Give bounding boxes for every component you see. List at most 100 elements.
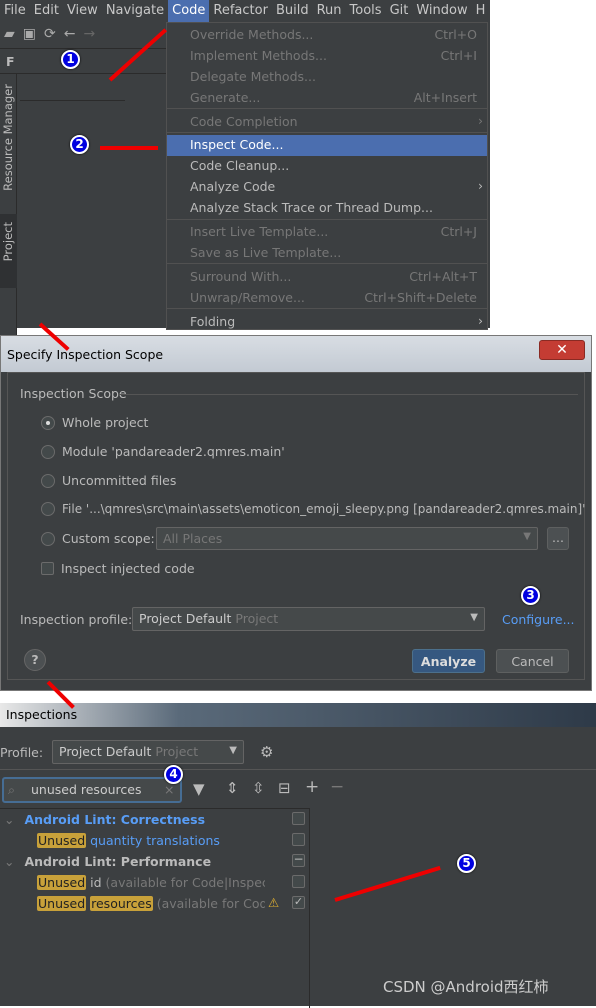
cancel-button[interactable]: Cancel [496, 649, 569, 673]
chevron-down-icon[interactable]: ⌄ [4, 854, 14, 869]
menu-item[interactable]: Delegate Methods... [167, 67, 487, 88]
tree-item[interactable]: Unused id (available for Code|Inspect C [37, 875, 265, 890]
forward-icon[interactable]: → [83, 26, 95, 44]
step-badge-5: 5 [457, 854, 476, 873]
menu-item-label: Generate... [190, 90, 261, 105]
menu-edit[interactable]: Edit [30, 0, 63, 22]
back-icon[interactable]: ← [64, 26, 76, 44]
checkbox-icon[interactable] [292, 875, 305, 888]
custom-scope-select[interactable]: All Places ▼ [156, 527, 538, 550]
radio-icon[interactable] [41, 473, 55, 488]
watermark: CSDN @Android西红柿 [383, 978, 549, 996]
help-button[interactable]: ? [24, 649, 46, 671]
remove-icon[interactable]: − [330, 777, 344, 797]
sync-icon[interactable]: ⟳ [44, 26, 56, 44]
filter-icon[interactable]: ▼ [193, 780, 205, 798]
menu-item-label: Code Cleanup... [190, 158, 290, 173]
menu-separator [167, 219, 487, 220]
menu-navigate[interactable]: Navigate [102, 0, 168, 22]
menu-file[interactable]: File [0, 0, 30, 22]
menu-item-label: Analyze Code [190, 179, 276, 194]
analyze-button[interactable]: Analyze [412, 649, 485, 673]
radio-label: Module 'pandareader2.qmres.main' [62, 444, 285, 459]
menu-help[interactable]: H [472, 0, 490, 22]
menu-item[interactable]: Code Cleanup... [167, 156, 487, 177]
gear-icon[interactable]: ⚙ [260, 743, 273, 761]
menu-item[interactable]: Code Completion › [167, 112, 487, 133]
menu-item[interactable]: Generate... Alt+Insert [167, 88, 487, 109]
menu-refactor[interactable]: Refactor [209, 0, 272, 22]
radio-whole-project[interactable]: Whole project [41, 415, 148, 430]
expand-all-icon[interactable]: ⇕ [226, 779, 239, 797]
tree-group-performance[interactable]: ⌄ Android Lint: Performance [4, 854, 211, 869]
add-icon[interactable]: + [305, 777, 319, 797]
browse-button[interactable]: ... [547, 527, 569, 550]
menu-item-label: Folding [190, 314, 236, 329]
profile-select[interactable]: Project Default Project ▼ [132, 607, 485, 631]
tab-resource-manager[interactable]: Resource Manager [1, 84, 15, 191]
tab-project[interactable]: Project [1, 222, 15, 261]
reset-icon[interactable]: ⊟ [278, 779, 291, 797]
menu-window[interactable]: Window [412, 0, 471, 22]
chevron-down-icon: ▼ [229, 745, 237, 756]
step-badge-4: 4 [164, 765, 183, 784]
open-icon[interactable]: ▰ [4, 26, 15, 44]
menu-git[interactable]: Git [386, 0, 413, 22]
save-icon[interactable]: ▣ [23, 26, 36, 44]
checkbox-icon[interactable] [292, 833, 305, 846]
radio-icon[interactable] [41, 444, 55, 459]
search-input[interactable]: ⌕ unused resources × [2, 777, 182, 803]
radio-file[interactable]: File '...\qmres\src\main\assets\emoticon… [41, 502, 585, 516]
tree-item[interactable]: Unused resources (available for Code|I [37, 896, 265, 911]
radio-uncommitted[interactable]: Uncommitted files [41, 473, 176, 488]
chevron-right-icon: › [478, 178, 483, 193]
menu-tools[interactable]: Tools [346, 0, 386, 22]
menu-item[interactable]: Analyze Code › [167, 177, 487, 198]
radio-module[interactable]: Module 'pandareader2.qmres.main' [41, 444, 285, 459]
menu-item-label: Code Completion [190, 114, 298, 129]
menu-item[interactable]: Save as Live Template... [167, 243, 487, 264]
menu-item[interactable]: Implement Methods... Ctrl+I [167, 46, 487, 67]
radio-icon[interactable] [41, 531, 55, 546]
checkbox-checked-icon[interactable]: ✓ [292, 896, 305, 909]
configure-link[interactable]: Configure... [502, 612, 575, 627]
item-label: id [90, 875, 102, 890]
radio-icon[interactable] [41, 502, 55, 516]
checkbox-label: Inspect injected code [61, 561, 195, 576]
shortcut: Alt+Insert [413, 90, 477, 105]
radio-label: Whole project [62, 415, 149, 430]
collapse-all-icon[interactable]: ⇳ [252, 779, 265, 797]
tree-group-correctness[interactable]: ⌄ Android Lint: Correctness [4, 812, 205, 827]
menu-item[interactable]: Folding › [167, 312, 487, 333]
chevron-down-icon[interactable]: ⌄ [4, 812, 14, 827]
menu-item[interactable]: Unwrap/Remove... Ctrl+Shift+Delete [167, 288, 487, 309]
menu-view[interactable]: View [63, 0, 102, 22]
checkbox-mixed-icon[interactable]: − [292, 853, 305, 867]
menu-item-label: Override Methods... [190, 27, 314, 42]
tree-item[interactable]: Unused quantity translations [37, 833, 220, 848]
dialog-title: Specify Inspection Scope [1, 336, 591, 372]
clear-icon[interactable]: × [164, 782, 174, 797]
radio-custom-scope[interactable]: Custom scope: [41, 531, 155, 546]
profile-select[interactable]: Project Default Project ▼ [52, 740, 244, 764]
menu-item[interactable]: Inspect Code... [167, 135, 487, 156]
inspect-injected-checkbox[interactable]: Inspect injected code [41, 561, 195, 576]
menu-item[interactable]: Analyze Stack Trace or Thread Dump... [167, 198, 487, 219]
menu-code[interactable]: Code [168, 0, 210, 22]
chevron-down-icon: ▼ [470, 612, 478, 623]
close-button[interactable]: ✕ [539, 340, 585, 360]
checkbox-icon[interactable] [292, 812, 305, 825]
menu-item[interactable]: Surround With... Ctrl+Alt+T [167, 267, 487, 288]
menu-build[interactable]: Build [272, 0, 313, 22]
menu-run[interactable]: Run [313, 0, 346, 22]
profile-scope: Project [155, 744, 199, 759]
menu-item-label: Inspect Code... [190, 137, 284, 152]
radio-icon[interactable] [41, 415, 55, 430]
menu-separator [167, 308, 487, 309]
menu-item[interactable]: Override Methods... Ctrl+O [167, 25, 487, 46]
menu-item[interactable]: Insert Live Template... Ctrl+J [167, 222, 487, 243]
item-label: quantity translations [90, 833, 220, 848]
splitter[interactable] [309, 808, 310, 1008]
radio-label: File '...\qmres\src\main\assets\emoticon… [62, 502, 586, 516]
checkbox-icon[interactable] [41, 562, 54, 575]
